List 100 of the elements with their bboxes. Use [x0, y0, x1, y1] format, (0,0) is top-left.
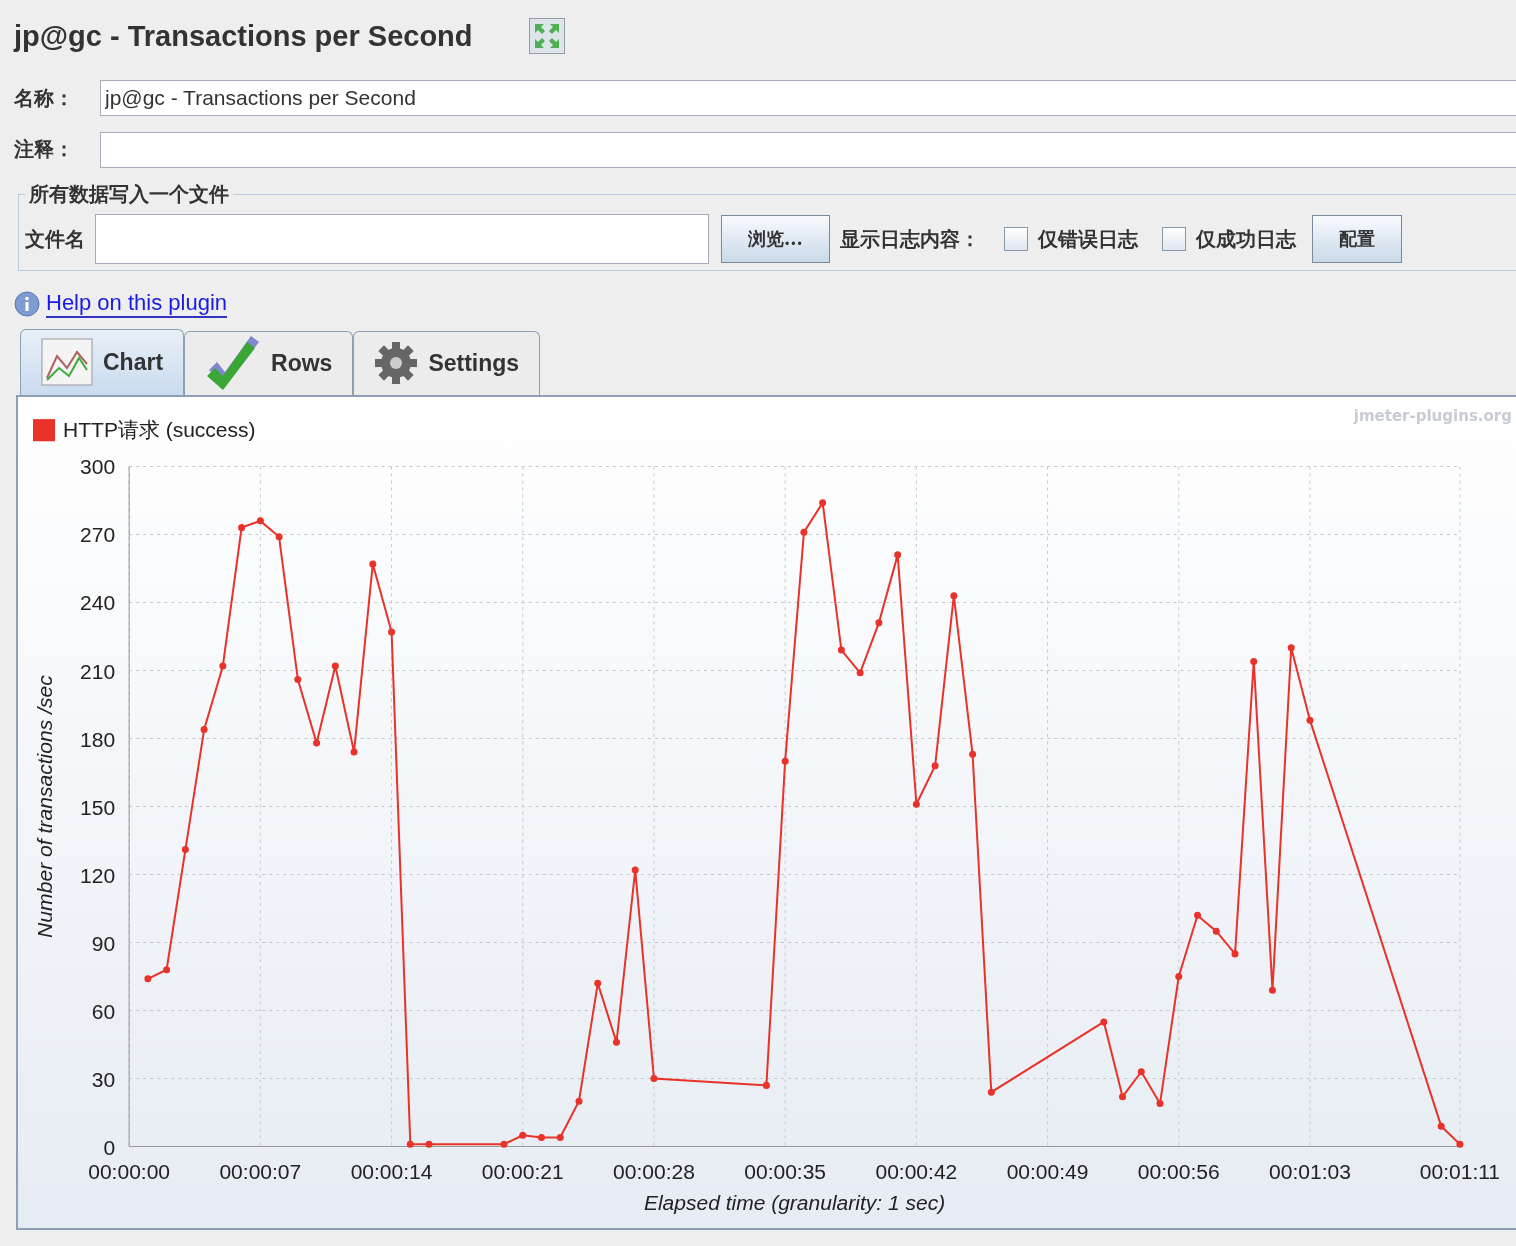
- help-link[interactable]: Help on this plugin: [46, 290, 227, 319]
- data-point: [294, 675, 302, 683]
- data-point: [594, 979, 602, 987]
- data-point: [500, 1140, 508, 1148]
- browse-button[interactable]: 浏览...: [721, 215, 830, 264]
- checkbox[interactable]: [1003, 227, 1028, 252]
- x-axis-title: Elapsed time (granularity: 1 sec): [643, 1190, 946, 1214]
- data-point: [369, 560, 377, 568]
- data-point: [388, 628, 396, 636]
- data-point: [1250, 657, 1258, 665]
- data-point: [875, 619, 883, 627]
- y-tick-label: 150: [80, 795, 116, 819]
- data-point: [275, 533, 283, 541]
- y-tick-label: 120: [80, 863, 116, 887]
- file-name-field[interactable]: [95, 214, 709, 265]
- x-tick-label: 00:00:28: [613, 1159, 695, 1183]
- data-point: [1137, 1068, 1145, 1076]
- x-tick-label: 00:01:11: [1419, 1159, 1501, 1183]
- data-point: [1269, 986, 1276, 994]
- expand-button[interactable]: [528, 18, 565, 55]
- data-point: [1212, 927, 1220, 935]
- data-point: [144, 975, 152, 983]
- data-point: [950, 592, 958, 600]
- data-point: [1231, 950, 1239, 958]
- tab[interactable]: Chart: [20, 328, 185, 395]
- checkbox[interactable]: [1161, 227, 1186, 252]
- y-tick-label: 0: [103, 1135, 116, 1159]
- tab[interactable]: Rows: [184, 330, 354, 395]
- name-field[interactable]: jp@gc - Transactions per Second: [100, 80, 1516, 117]
- x-tick-label: 00:00:14: [350, 1159, 433, 1183]
- y-tick-label: 210: [80, 659, 116, 683]
- data-point: [612, 1038, 620, 1046]
- data-point: [219, 662, 227, 670]
- data-point: [1119, 1093, 1127, 1101]
- y-tick-label: 300: [80, 455, 116, 479]
- file-name-label: 文件名: [25, 225, 85, 253]
- comment-field[interactable]: [100, 131, 1516, 168]
- data-point: [762, 1081, 770, 1089]
- data-point: [181, 846, 189, 854]
- data-point: [1175, 972, 1183, 980]
- comment-label: 注释：: [14, 136, 75, 164]
- checkmark-icon: [205, 334, 262, 393]
- data-point: [238, 524, 246, 532]
- data-point: [800, 528, 808, 536]
- data-point: [200, 725, 208, 733]
- data-point: [1194, 911, 1201, 919]
- data-point: [1437, 1122, 1445, 1130]
- data-point: [313, 739, 321, 747]
- y-tick-label: 60: [91, 999, 116, 1023]
- data-point: [163, 966, 171, 974]
- x-tick-label: 00:00:56: [1137, 1159, 1220, 1183]
- data-point: [1156, 1099, 1164, 1107]
- data-point: [781, 757, 789, 765]
- x-tick-label: 00:01:03: [1269, 1159, 1351, 1183]
- legend-label: HTTP请求 (success): [63, 418, 256, 442]
- y-tick-label: 30: [91, 1067, 116, 1091]
- y-tick-label: 90: [91, 931, 116, 955]
- x-tick-label: 00:00:21: [481, 1159, 564, 1183]
- x-tick-label: 00:00:49: [1006, 1159, 1089, 1183]
- data-point: [969, 750, 977, 758]
- checkbox-label: 仅错误日志: [1037, 225, 1138, 253]
- data-point: [538, 1133, 545, 1141]
- data-point: [256, 517, 264, 525]
- tab[interactable]: Settings: [353, 330, 541, 395]
- data-point: [650, 1075, 658, 1082]
- data-point: [1100, 1018, 1108, 1026]
- data-point: [912, 800, 920, 808]
- y-axis-title: Number of transactions /sec: [33, 675, 57, 938]
- data-point: [931, 762, 939, 770]
- line-chart-icon: [41, 338, 93, 387]
- x-tick-label: 00:00:07: [219, 1159, 302, 1183]
- data-point: [406, 1140, 414, 1148]
- data-point: [519, 1131, 527, 1139]
- group-title: 所有数据写入一个文件: [28, 181, 230, 209]
- data-point: [856, 669, 864, 677]
- data-point: [894, 551, 902, 559]
- config-button[interactable]: 配置: [1311, 215, 1402, 264]
- data-point: [837, 646, 845, 654]
- data-point: [1306, 716, 1314, 724]
- panel-title: jp@gc - Transactions per Second: [14, 19, 473, 53]
- checkbox-label: 仅成功日志: [1195, 225, 1296, 253]
- y-tick-label: 180: [80, 727, 116, 751]
- expand-icon: [532, 22, 561, 51]
- gear-icon: [374, 341, 419, 386]
- data-point: [350, 748, 358, 756]
- y-tick-label: 240: [80, 591, 116, 615]
- data-point: [575, 1097, 583, 1105]
- data-point: [987, 1088, 995, 1096]
- y-tick-label: 270: [80, 523, 116, 547]
- data-point: [556, 1133, 564, 1141]
- data-point: [425, 1140, 433, 1148]
- data-point: [1287, 644, 1295, 652]
- data-point: [1456, 1140, 1464, 1148]
- data-point: [631, 866, 639, 874]
- data-point: [819, 499, 827, 507]
- x-tick-label: 00:00:42: [875, 1159, 958, 1183]
- data-point: [331, 662, 339, 670]
- x-tick-label: 00:00:00: [88, 1159, 171, 1183]
- log-content-label: 显示日志内容：: [839, 225, 980, 253]
- name-label: 名称：: [14, 84, 75, 112]
